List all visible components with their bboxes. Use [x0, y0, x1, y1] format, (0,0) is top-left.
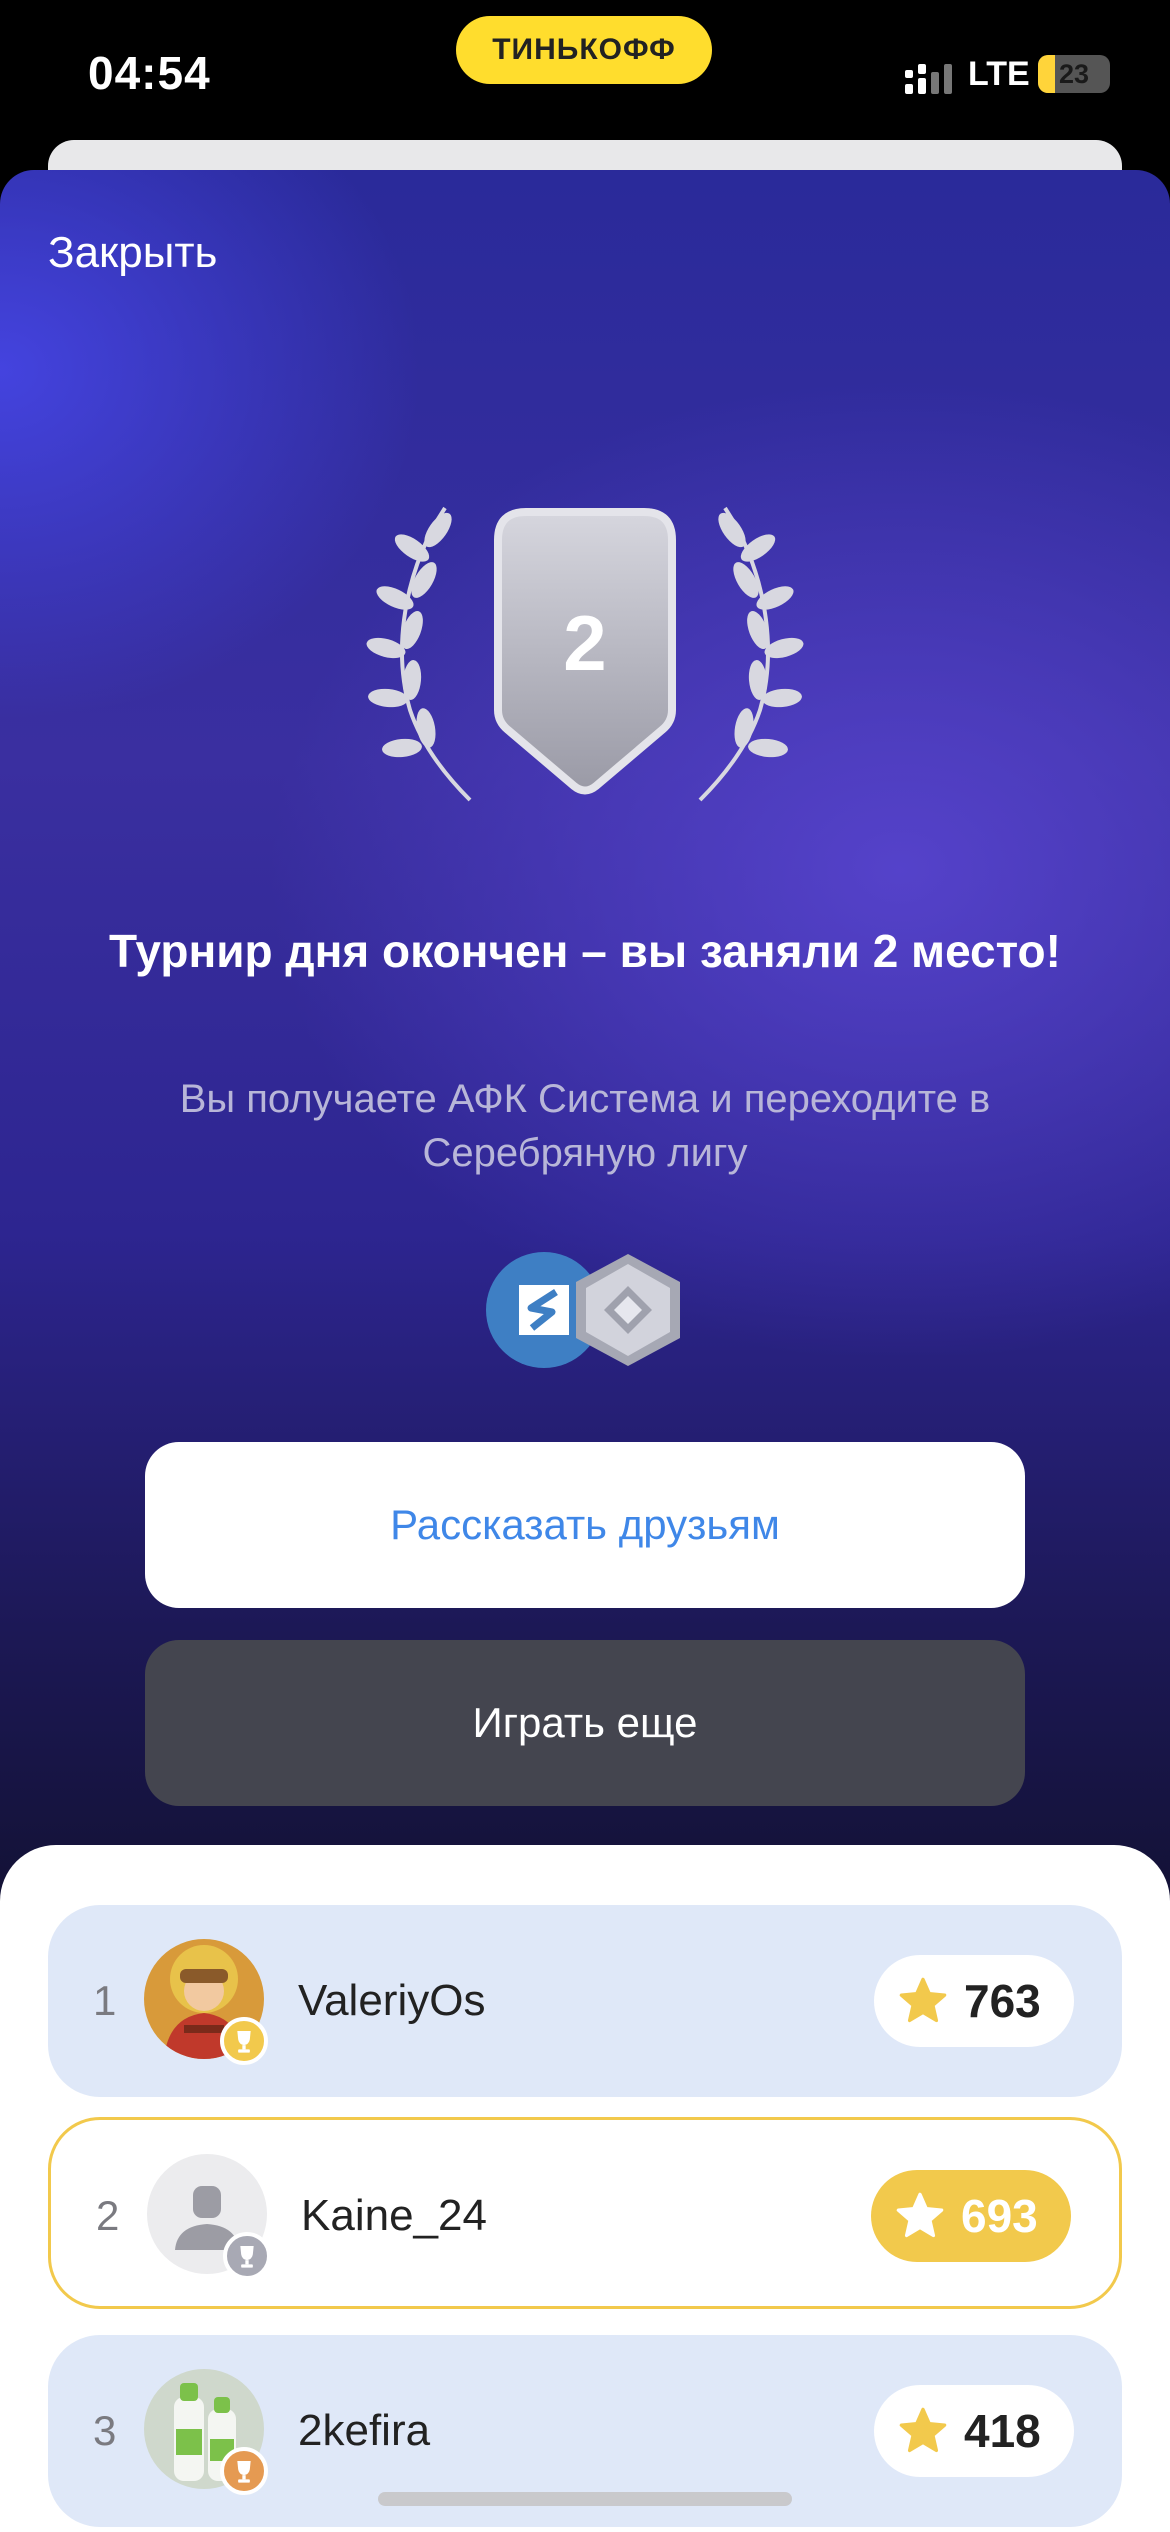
score-value: 693: [961, 2190, 1038, 2242]
left-laurel-icon: [366, 506, 472, 802]
silver-league-icon: [576, 1254, 680, 1366]
battery-icon: 23: [1038, 55, 1110, 93]
result-headline: Турнир дня окончен – вы заняли 2 место!: [109, 925, 1061, 977]
star-icon: [899, 1977, 947, 2023]
place-number: 2: [563, 599, 606, 687]
leaderboard-row[interactable]: 1 ValeriyOs 763: [48, 1905, 1122, 2097]
star-icon: [899, 2407, 947, 2453]
play-again-button[interactable]: Играть еще: [145, 1640, 1025, 1806]
status-time: 04:54: [88, 47, 211, 99]
right-laurel-icon: [698, 506, 804, 802]
share-with-friends-button[interactable]: Рассказать друзьям: [145, 1442, 1025, 1608]
home-indicator[interactable]: [378, 2492, 792, 2506]
brand-pill[interactable]: ТИНЬКОФФ: [456, 16, 712, 84]
score-pill: 763: [874, 1955, 1074, 2047]
star-icon: [896, 2192, 944, 2238]
signal-icon: [905, 64, 952, 94]
row-rank: 2: [96, 2192, 120, 2239]
row-rank: 1: [93, 1977, 117, 2024]
second-place-emblem: 2: [366, 506, 804, 802]
player-name: Kaine_24: [301, 2191, 487, 2240]
status-bar: 04:54 ТИНЬКОФФ LTE 23: [0, 0, 1170, 150]
result-description: Вы получаете АФК Система и переходите в …: [179, 1077, 991, 1175]
score-value: 418: [964, 2405, 1041, 2457]
score-pill: 418: [874, 2385, 1074, 2477]
gold-trophy-icon: [220, 2017, 268, 2065]
score-value: 763: [964, 1975, 1041, 2027]
bronze-trophy-icon: [220, 2447, 268, 2495]
silver-trophy-icon: [223, 2232, 271, 2280]
leaderboard: 1 ValeriyOs 763 2 Kaine_24 693 3 2kefira…: [0, 1845, 1170, 2532]
row-rank: 3: [93, 2407, 117, 2454]
player-name: ValeriyOs: [298, 1976, 486, 2025]
leaderboard-row-current-user[interactable]: 2 Kaine_24 693: [48, 2117, 1122, 2309]
close-button[interactable]: Закрыть: [48, 228, 217, 278]
score-pill: 693: [871, 2170, 1071, 2262]
battery-percent: 23: [1058, 59, 1090, 89]
prize-icons: [486, 1252, 680, 1368]
network-type: LTE: [968, 55, 1030, 93]
